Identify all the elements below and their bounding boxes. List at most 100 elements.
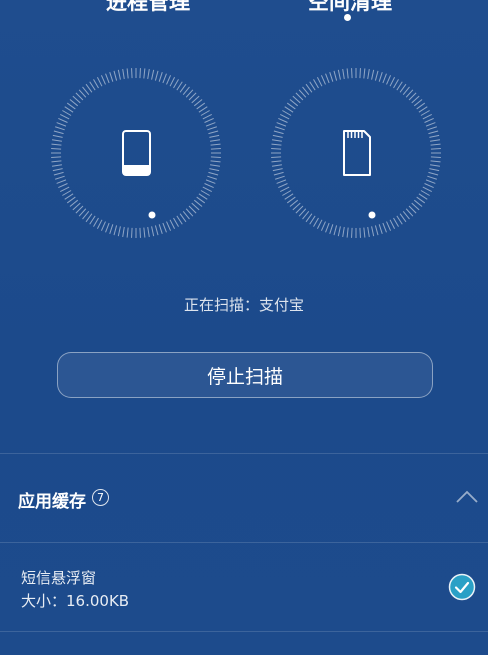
- dial-tick: [342, 227, 345, 238]
- dial-tick: [122, 68, 125, 79]
- dial-tick: [139, 227, 141, 238]
- dial-tick: [430, 164, 441, 167]
- divider: [0, 631, 488, 632]
- dial-tick: [173, 217, 179, 227]
- dial-tick: [169, 77, 176, 87]
- dial-tick: [284, 193, 294, 200]
- dial-tick: [313, 79, 319, 89]
- dial-tick: [430, 143, 441, 146]
- dial-tick: [337, 226, 341, 237]
- dial-tick: [51, 160, 62, 163]
- dial-tick: [51, 143, 62, 146]
- dial-tick: [158, 72, 163, 82]
- dial-tick: [96, 219, 103, 229]
- dial-tick: [389, 77, 396, 87]
- cleaner-screen: 进程管理 空间清理 正在扫描：支付宝 停止扫描 应用缓存 7 短信悬浮窗 大小：…: [0, 0, 488, 655]
- dial-tick: [188, 92, 197, 101]
- dial-tick: [333, 70, 338, 81]
- dial-tick: [93, 79, 99, 89]
- dial-tick: [185, 89, 194, 98]
- dial-tick: [105, 222, 110, 233]
- dial-tick: [359, 68, 361, 79]
- list-item[interactable]: 短信悬浮窗 大小：16.00KB: [0, 543, 488, 631]
- dial-tick: [205, 122, 216, 127]
- dial-tick: [286, 196, 296, 204]
- app-cache-section-header[interactable]: 应用缓存 7: [0, 454, 488, 542]
- section-title: 应用缓存: [18, 492, 86, 512]
- dial-tick: [166, 221, 172, 231]
- process-dial-graphic: [51, 68, 221, 238]
- dial-tick: [200, 190, 210, 196]
- dial-tick: [295, 92, 304, 101]
- dial-tick: [154, 70, 159, 81]
- dial-tick: [396, 215, 403, 225]
- dial-tick: [413, 99, 423, 107]
- dial-tick: [429, 168, 440, 172]
- dial-tick: [309, 215, 316, 225]
- dial-tick: [351, 68, 353, 79]
- dial-tick: [51, 156, 62, 158]
- dial-tick: [139, 68, 141, 79]
- tab-process-management[interactable]: 进程管理: [106, 0, 190, 16]
- dial-tick: [191, 202, 200, 211]
- dial-tick: [320, 75, 326, 85]
- dial-tick: [422, 186, 432, 193]
- dial-tick: [386, 75, 392, 85]
- dial-tick: [428, 171, 439, 176]
- tab-space-cleanup[interactable]: 空间清理: [308, 0, 392, 16]
- dial-tick: [289, 199, 299, 207]
- dial-tick: [276, 179, 287, 184]
- chevron-up-icon[interactable]: [456, 490, 478, 504]
- dial-tick: [182, 210, 190, 220]
- dial-tick: [55, 126, 65, 131]
- dial-tick: [173, 79, 179, 89]
- dial-tick: [374, 70, 379, 81]
- dial-tick: [382, 222, 387, 233]
- dial-tick: [371, 69, 375, 80]
- dial-tick: [131, 227, 133, 238]
- dial-tick: [204, 117, 214, 123]
- dial-tick: [69, 99, 79, 107]
- dial-tick: [351, 227, 353, 238]
- dial-tick: [416, 196, 426, 204]
- dial-tick: [56, 122, 67, 127]
- dial-tick: [55, 175, 65, 180]
- dial-tick: [207, 175, 217, 180]
- dial-tick: [209, 168, 220, 172]
- dial-tick: [75, 92, 84, 101]
- dial-tick: [271, 160, 282, 163]
- dial-tick: [75, 205, 84, 214]
- dial-tick: [309, 81, 316, 91]
- dial-tick: [427, 126, 437, 131]
- dial-tick: [298, 208, 307, 217]
- dial-tick: [289, 99, 299, 107]
- dial-tick: [60, 113, 70, 120]
- dial-tick: [51, 148, 62, 150]
- dial-tick: [64, 193, 74, 200]
- dial-tick: [182, 86, 190, 96]
- process-dial[interactable]: [51, 68, 221, 238]
- dial-tick: [286, 102, 296, 110]
- dial-tick: [305, 213, 313, 223]
- dial-tick: [89, 81, 96, 91]
- checkbox-checked-icon[interactable]: [448, 573, 476, 601]
- dial-tick: [425, 179, 436, 184]
- dial-tick: [191, 95, 200, 104]
- dial-tick: [363, 68, 366, 79]
- stop-scan-button[interactable]: 停止扫描: [57, 352, 433, 398]
- dial-tick: [272, 168, 283, 172]
- dial-tick: [325, 222, 330, 233]
- dial-tick: [430, 160, 441, 163]
- dial-tick: [378, 72, 383, 82]
- dial-tick: [82, 210, 90, 220]
- dial-tick: [393, 79, 399, 89]
- dial-tick: [96, 77, 103, 87]
- dial-tick: [188, 205, 197, 214]
- dial-tick: [151, 226, 155, 237]
- item-size-value: 16.00KB: [66, 592, 130, 610]
- storage-dial[interactable]: [271, 68, 441, 238]
- dial-tick: [430, 156, 441, 158]
- dial-tick: [389, 219, 396, 229]
- dial-tick: [198, 106, 208, 113]
- dial-tick: [408, 205, 417, 214]
